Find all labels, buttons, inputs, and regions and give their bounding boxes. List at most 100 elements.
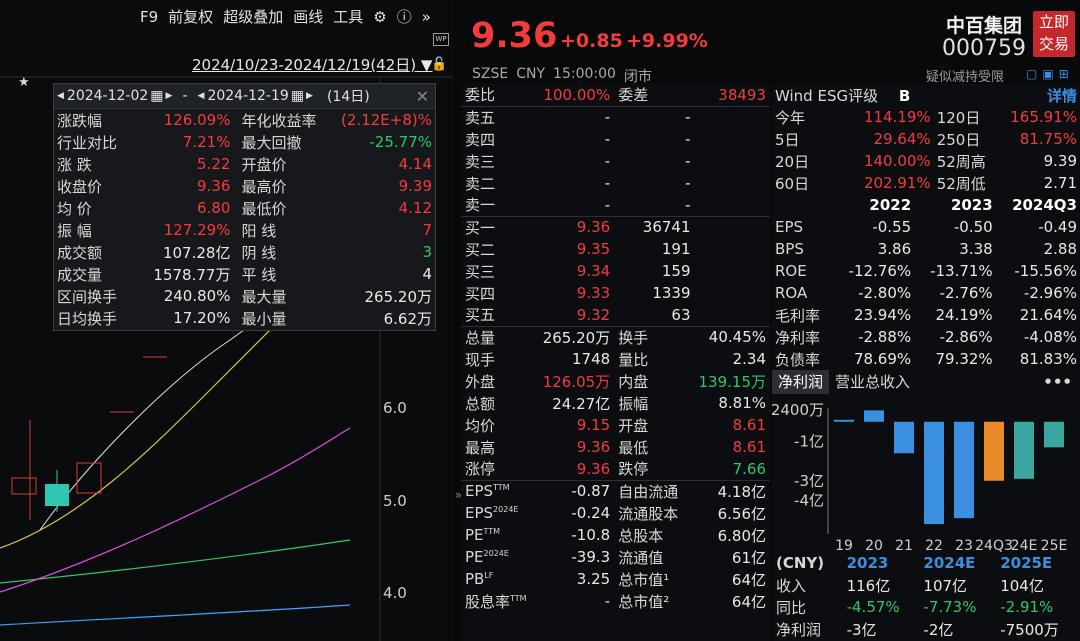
fin-row: EPS -0.55 -0.50 -0.49 bbox=[772, 216, 1080, 238]
gear-icon[interactable]: ⚙ bbox=[373, 8, 386, 26]
days-count: (14日) bbox=[326, 89, 370, 105]
tools-button[interactable]: 工具 bbox=[333, 6, 363, 27]
ask-row[interactable]: 卖一 - - bbox=[461, 194, 770, 216]
tab-net-profit[interactable]: 净利润 bbox=[772, 370, 830, 394]
stat-value: 5.22 bbox=[197, 155, 231, 173]
kline-panel: ★ F9 前复权 超级叠加 画线 工具 ⚙ ⓘ » WP 2024/10/23-… bbox=[0, 0, 462, 641]
close-icon[interactable]: ✕ bbox=[416, 87, 429, 106]
bar-21[interactable] bbox=[894, 421, 914, 454]
start-date[interactable]: 2024-12-02 bbox=[67, 88, 148, 104]
level-qty: 159 bbox=[661, 262, 691, 280]
bid-row[interactable]: 买五 9.32 63 bbox=[461, 304, 770, 326]
bar-24Q3[interactable] bbox=[984, 421, 1004, 481]
stat-label: 开盘价 bbox=[241, 155, 287, 174]
fundamental-value: 64亿 bbox=[731, 570, 766, 589]
double-chevron-right-icon[interactable]: » bbox=[422, 8, 431, 26]
stat-label: 最大量 bbox=[241, 287, 287, 306]
forecast-table: (CNY) 2023 2024E 2025E 收入 116亿 107亿 104亿 同比 -4.5… bbox=[772, 552, 1080, 640]
order-book: 委比 100.00% 委差 38493 卖五 - - 卖四 - - 卖三 - - 卖二 - - 卖一 - -… bbox=[461, 84, 770, 612]
level-label: 买三 bbox=[465, 262, 496, 281]
order-book-panel: 委比 100.00% 委差 38493 卖五 - - 卖四 - - 卖三 - - 卖二 - - 卖一 - -… bbox=[461, 84, 770, 641]
wp-icon[interactable]: WP bbox=[433, 33, 449, 46]
triangle-left-icon[interactable]: ◀ bbox=[57, 91, 64, 101]
fin-label: 净利率 bbox=[775, 328, 821, 347]
stat-label: 现手 bbox=[465, 350, 496, 369]
triangle-left-icon[interactable]: ◀ bbox=[198, 91, 205, 101]
triangle-right-icon[interactable]: ▶ bbox=[306, 91, 313, 101]
stat-value: 265.20万 bbox=[542, 328, 611, 347]
overlay-row: 行业对比 7.21% 最大回撤 -25.77% bbox=[54, 131, 435, 153]
ask-row[interactable]: 卖五 - - bbox=[461, 106, 770, 128]
stat-label: 跌停 bbox=[618, 460, 649, 479]
stat-value: 1748 bbox=[572, 350, 611, 368]
stat-value: -25.77% bbox=[369, 133, 432, 151]
stat-value: 107.28亿 bbox=[162, 243, 231, 262]
forecast-label: 同比 bbox=[776, 598, 807, 617]
draw-line-button[interactable]: 画线 bbox=[293, 6, 323, 27]
square-icon[interactable]: ▣ bbox=[1042, 67, 1053, 81]
stat-value: 127.29% bbox=[163, 221, 231, 239]
fin-value: 21.64% bbox=[1019, 306, 1077, 324]
level-label: 卖四 bbox=[465, 130, 496, 149]
quote-meta: SZSE CNY 15:00:00 闭市 bbox=[472, 66, 652, 85]
trade-button[interactable]: 立即 交易 bbox=[1033, 11, 1075, 57]
esg-detail-link[interactable]: 详情 bbox=[1047, 87, 1077, 105]
calendar-icon[interactable]: ▦ bbox=[291, 88, 304, 104]
bar-20[interactable] bbox=[864, 410, 884, 422]
ask-row[interactable]: 卖四 - - bbox=[461, 128, 770, 150]
triangle-right-icon[interactable]: ▶ bbox=[166, 91, 173, 101]
square-icon[interactable]: ▢ bbox=[1026, 67, 1037, 81]
fin-value: 78.69% bbox=[853, 350, 912, 368]
bar-23[interactable] bbox=[954, 421, 974, 519]
bar-25E[interactable] bbox=[1044, 421, 1064, 448]
price-change: +0.85 bbox=[560, 30, 623, 52]
ask-row[interactable]: 卖二 - - bbox=[461, 172, 770, 194]
stat-label: 最低价 bbox=[241, 199, 287, 218]
stat-row: 涨停 9.36 跌停 7.66 bbox=[461, 458, 770, 480]
diejia-button[interactable]: 超级叠加 bbox=[223, 6, 283, 27]
fin-label: 毛利率 bbox=[775, 306, 821, 325]
fundamental-label: PE2024E bbox=[465, 548, 509, 566]
bid-row[interactable]: 买三 9.34 159 bbox=[461, 260, 770, 282]
ask-row[interactable]: 卖三 - - bbox=[461, 150, 770, 172]
range-label[interactable]: 2024/10/23-2024/12/19(42日) ▼ bbox=[192, 54, 432, 75]
bar-24E[interactable] bbox=[1014, 421, 1034, 479]
bid-row[interactable]: 买二 9.35 191 bbox=[461, 238, 770, 260]
perf-value: 114.19% bbox=[863, 108, 931, 126]
tab-revenue[interactable]: 营业总收入 bbox=[829, 370, 916, 394]
stat-label: 平 线 bbox=[241, 265, 277, 284]
stat-value: (2.12E+8)% bbox=[341, 111, 432, 129]
fundamental-label: EPS2024E bbox=[465, 504, 519, 522]
bar-22[interactable] bbox=[924, 421, 944, 525]
stat-label: 区间换手 bbox=[57, 287, 118, 306]
perf-value: 29.64% bbox=[873, 130, 931, 148]
fundamental-label: 总市值² bbox=[618, 592, 670, 611]
stat-value: 1578.77万 bbox=[153, 265, 231, 284]
lock-icon[interactable]: 🔓 bbox=[431, 57, 447, 72]
stat-value: 8.81% bbox=[718, 394, 766, 412]
fin-row: ROA -2.80% -2.76% -2.96% bbox=[772, 282, 1080, 304]
perf-label: 120日 bbox=[936, 108, 981, 127]
level-qty: - bbox=[685, 174, 691, 192]
end-date[interactable]: 2024-12-19 bbox=[207, 88, 288, 104]
fundamental-value: 6.80亿 bbox=[717, 526, 766, 545]
level-price: 9.32 bbox=[576, 305, 611, 324]
help-icon[interactable]: ⓘ bbox=[397, 6, 412, 27]
level-qty: 191 bbox=[661, 240, 691, 258]
f9-button[interactable]: F9 bbox=[140, 8, 158, 26]
fuquan-button[interactable]: 前复权 bbox=[168, 6, 213, 27]
fundamental-value: 6.56亿 bbox=[717, 504, 766, 523]
calendar-icon[interactable]: ▦ bbox=[150, 88, 163, 104]
fundamental-row: PBLF 3.25 总市值¹ 64亿 bbox=[461, 568, 770, 590]
forecast-value: 104亿 bbox=[1000, 576, 1044, 595]
stat-label: 振 幅 bbox=[57, 221, 92, 240]
bar-19[interactable] bbox=[834, 419, 854, 422]
plus-icon[interactable]: ⊞ bbox=[1059, 67, 1069, 81]
more-icon[interactable]: ••• bbox=[1043, 373, 1072, 391]
bid-row[interactable]: 买四 9.33 1339 bbox=[461, 282, 770, 304]
forecast-panel: (CNY) 2023 2024E 2025E 收入 116亿 107亿 104亿 同比 -4.5… bbox=[772, 552, 1080, 640]
level-price: - bbox=[604, 174, 611, 192]
bid-row[interactable]: 买一 9.36 36741 bbox=[461, 216, 770, 238]
stat-value: 2.34 bbox=[732, 350, 766, 368]
stat-label: 阳 线 bbox=[241, 221, 277, 240]
